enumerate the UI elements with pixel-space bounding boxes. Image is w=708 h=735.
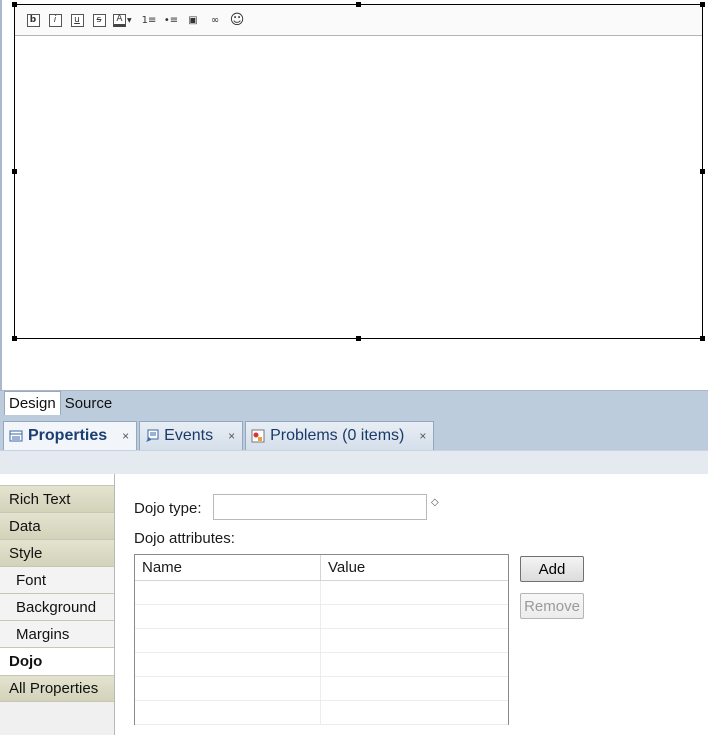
table-cell-name[interactable] — [135, 701, 321, 724]
table-cell-name[interactable] — [135, 677, 321, 700]
dojo-attributes-table[interactable]: Name Value — [134, 554, 509, 725]
sidebar-item-rich-text[interactable]: Rich Text — [0, 486, 114, 513]
table-header: Name Value — [135, 555, 508, 581]
table-cell-value[interactable] — [321, 605, 508, 628]
font-color-icon[interactable]: A ▼ — [113, 12, 135, 28]
tab-events[interactable]: Events × — [139, 421, 244, 450]
properties-sidebar: Rich Text Data Style Font Background Mar… — [0, 474, 115, 735]
rich-text-control[interactable]: b i u s A ▼ 1≡ •≡ ▣ ∞ ☺ — [14, 4, 703, 339]
column-header-value[interactable]: Value — [321, 555, 508, 580]
properties-view-header — [0, 450, 708, 474]
rich-text-toolbar: b i u s A ▼ 1≡ •≡ ▣ ∞ ☺ — [15, 5, 702, 36]
table-row[interactable] — [135, 653, 508, 677]
add-button[interactable]: Add — [520, 556, 584, 582]
link-icon[interactable]: ∞ — [207, 12, 223, 28]
emoticon-icon[interactable]: ☺ — [229, 12, 245, 28]
column-header-name[interactable]: Name — [135, 555, 321, 580]
editor-left-border — [0, 0, 2, 390]
sidebar-item-data[interactable]: Data — [0, 513, 114, 540]
close-icon[interactable]: × — [122, 429, 129, 443]
table-row[interactable] — [135, 629, 508, 653]
tab-properties-label: Properties — [28, 427, 108, 444]
underline-icon[interactable]: u — [69, 12, 85, 28]
bold-icon[interactable]: b — [25, 12, 41, 28]
resize-handle-e[interactable] — [700, 169, 705, 174]
italic-icon[interactable]: i — [47, 12, 63, 28]
events-icon — [146, 429, 159, 442]
remove-button: Remove — [520, 593, 584, 619]
tab-design[interactable]: Design — [4, 391, 61, 415]
dojo-type-label: Dojo type: — [134, 500, 202, 517]
numbered-list-icon[interactable]: 1≡ — [141, 12, 157, 28]
strikethrough-icon[interactable]: s — [91, 12, 107, 28]
table-row[interactable] — [135, 581, 508, 605]
table-cell-value[interactable] — [321, 701, 508, 724]
table-row[interactable] — [135, 677, 508, 701]
resize-handle-ne[interactable] — [700, 2, 705, 7]
table-row[interactable] — [135, 605, 508, 629]
table-body — [135, 581, 508, 725]
table-cell-value[interactable] — [321, 581, 508, 604]
resize-handle-s[interactable] — [356, 336, 361, 341]
sidebar-item-background[interactable]: Background — [0, 594, 114, 621]
table-row[interactable] — [135, 701, 508, 725]
sidebar-item-all-properties[interactable]: All Properties — [0, 675, 114, 702]
close-icon[interactable]: × — [419, 429, 426, 443]
sidebar-item-style[interactable]: Style — [0, 540, 114, 567]
table-cell-name[interactable] — [135, 629, 321, 652]
tab-events-label: Events — [164, 427, 214, 444]
resize-handle-w[interactable] — [12, 169, 17, 174]
view-tab-strip: Properties × Events × Problems (0 items)… — [0, 415, 708, 450]
bulleted-list-icon[interactable]: •≡ — [163, 12, 179, 28]
table-cell-value[interactable] — [321, 677, 508, 700]
table-cell-name[interactable] — [135, 653, 321, 676]
table-cell-name[interactable] — [135, 581, 321, 604]
tab-problems-label: Problems (0 items) — [270, 427, 405, 444]
image-icon[interactable]: ▣ — [185, 12, 201, 28]
table-cell-value[interactable] — [321, 629, 508, 652]
rich-text-editor-canvas: b i u s A ▼ 1≡ •≡ ▣ ∞ ☺ — [0, 0, 708, 390]
tab-problems[interactable]: Problems (0 items) × — [245, 421, 435, 450]
dojo-type-input[interactable] — [213, 494, 427, 520]
sidebar-top-spacer — [0, 474, 114, 486]
table-cell-name[interactable] — [135, 605, 321, 628]
sidebar-item-dojo[interactable]: Dojo — [0, 648, 114, 675]
chevron-down-icon: ▼ — [127, 16, 132, 24]
close-icon[interactable]: × — [228, 429, 235, 443]
dojo-attributes-label: Dojo attributes: — [134, 530, 235, 547]
tab-source[interactable]: Source — [61, 391, 117, 415]
problems-icon — [251, 429, 265, 443]
tab-properties[interactable]: Properties × — [3, 421, 138, 450]
resize-handle-n[interactable] — [356, 2, 361, 7]
resize-handle-sw[interactable] — [12, 336, 17, 341]
table-cell-value[interactable] — [321, 653, 508, 676]
sidebar-item-font[interactable]: Font — [0, 567, 114, 594]
resize-handle-se[interactable] — [700, 336, 705, 341]
properties-icon — [9, 430, 23, 442]
sidebar-item-margins[interactable]: Margins — [0, 621, 114, 648]
resize-handle-nw[interactable] — [12, 2, 17, 7]
diamond-icon[interactable]: ◇ — [431, 497, 439, 508]
dojo-properties-panel: Dojo type: ◇ Dojo attributes: Name Value… — [115, 474, 708, 735]
editor-mode-tabs: Design Source — [0, 390, 708, 415]
